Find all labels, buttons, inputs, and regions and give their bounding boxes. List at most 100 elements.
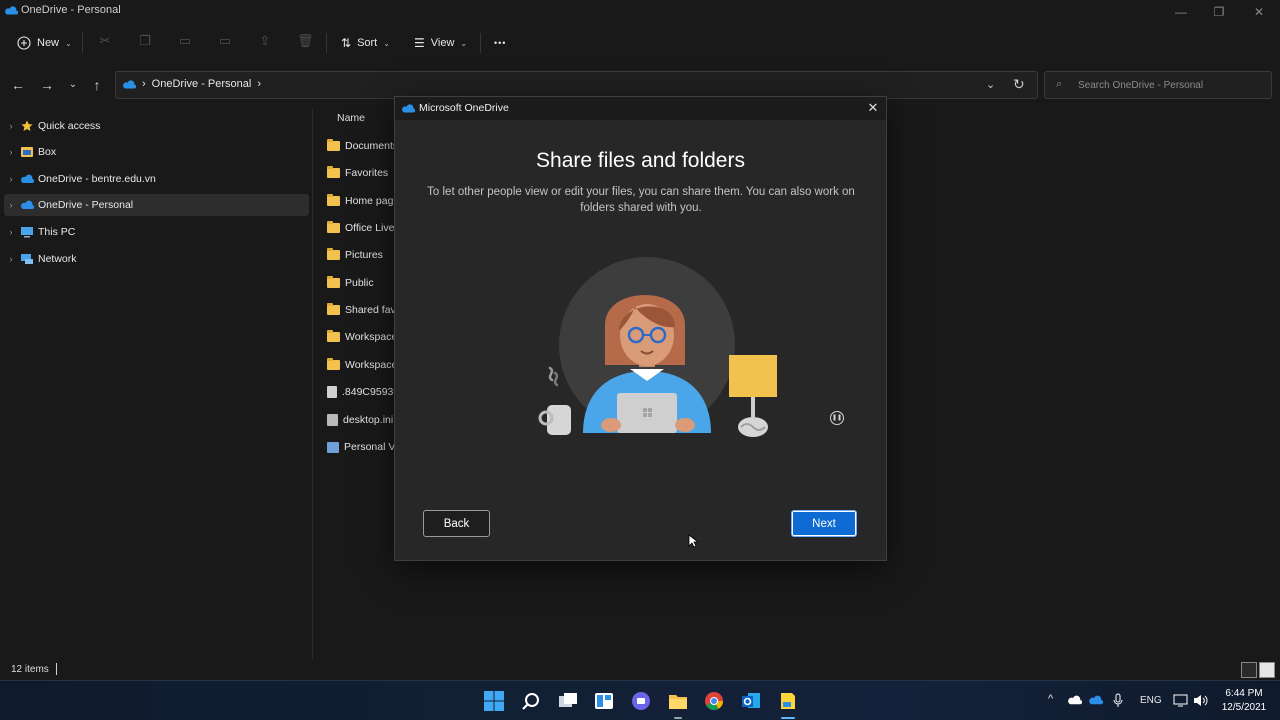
sort-button[interactable]: ⇅ Sort ⌄ bbox=[341, 32, 390, 54]
title-bar: OneDrive - Personal — ❐ ✕ bbox=[0, 0, 1280, 24]
onedrive-dialog: Microsoft OneDrive ✕ Share files and fol… bbox=[394, 96, 887, 561]
vault-icon bbox=[327, 441, 339, 453]
expand-chevron-icon[interactable]: › bbox=[4, 227, 18, 237]
nav-item-quick-access[interactable]: › Quick access bbox=[4, 115, 309, 137]
view-icon: ☰ bbox=[414, 36, 425, 50]
task-view-icon[interactable] bbox=[557, 690, 579, 712]
folder-icon bbox=[327, 303, 340, 315]
command-bar: New ⌄ ✂ ❐ ▭ ▭ ⇪ 🗑 ⇅ Sort ⌄ ☰ View ⌄ ••• bbox=[0, 24, 1280, 62]
up-arrow-icon[interactable]: ↑ bbox=[87, 75, 107, 95]
dialog-title-bar: Microsoft OneDrive ✕ bbox=[395, 97, 886, 120]
dialog-close-icon[interactable]: ✕ bbox=[865, 100, 881, 116]
copy-icon[interactable]: ❐ bbox=[137, 33, 153, 51]
close-window-button[interactable]: ✕ bbox=[1240, 2, 1278, 22]
share-files-illustration bbox=[538, 257, 777, 437]
expand-chevron-icon[interactable]: › bbox=[4, 174, 18, 184]
onedrive-tray-icon[interactable] bbox=[1067, 695, 1082, 705]
breadcrumb-item-onedrive-personal[interactable]: OneDrive - Personal bbox=[152, 78, 252, 90]
folder-icon bbox=[327, 166, 340, 178]
language-indicator[interactable]: ENG bbox=[1140, 695, 1162, 706]
expand-chevron-icon[interactable]: › bbox=[4, 121, 18, 131]
nav-item-label: OneDrive - Personal bbox=[38, 199, 134, 211]
expand-chevron-icon[interactable]: › bbox=[4, 147, 18, 157]
onedrive-cloud-icon bbox=[402, 103, 415, 113]
breadcrumb-separator: › bbox=[257, 78, 261, 90]
recent-locations-chevron-icon[interactable]: ⌄ bbox=[63, 75, 83, 95]
sticky-notes-icon[interactable] bbox=[777, 690, 799, 712]
forward-arrow-icon[interactable]: → bbox=[37, 75, 57, 95]
sort-button-label: Sort bbox=[357, 37, 378, 49]
cloud-icon bbox=[21, 174, 34, 184]
expand-chevron-icon[interactable]: › bbox=[4, 254, 18, 264]
folder-icon bbox=[327, 276, 340, 288]
command-separator bbox=[82, 33, 83, 53]
volume-icon[interactable] bbox=[1193, 694, 1208, 707]
item-count: 12 items bbox=[11, 664, 49, 675]
star-icon bbox=[21, 120, 33, 131]
file-explorer-icon[interactable] bbox=[667, 690, 689, 712]
network-status-icon[interactable] bbox=[1173, 694, 1188, 707]
widgets-icon[interactable] bbox=[593, 690, 615, 712]
minimize-button[interactable]: — bbox=[1162, 2, 1200, 22]
dialog-description: To let other people view or edit your fi… bbox=[427, 186, 855, 214]
cloud-icon bbox=[21, 200, 34, 210]
cut-icon[interactable]: ✂ bbox=[97, 33, 113, 51]
command-separator bbox=[326, 33, 327, 53]
navigation-pane: › Quick access › Box › OneDrive - bentre… bbox=[0, 108, 312, 660]
folder-icon bbox=[327, 221, 340, 233]
file-name: Documents bbox=[345, 140, 399, 152]
microphone-icon[interactable] bbox=[1113, 693, 1123, 708]
box-icon bbox=[21, 147, 33, 157]
more-options-button[interactable]: ••• bbox=[494, 32, 506, 54]
nav-item-onedrive-personal[interactable]: › OneDrive - Personal bbox=[4, 194, 309, 216]
file-name: Pictures bbox=[345, 249, 383, 261]
running-indicator bbox=[674, 717, 682, 719]
restore-button[interactable]: ❐ bbox=[1200, 2, 1238, 22]
settings-file-icon bbox=[327, 414, 338, 426]
nav-item-network[interactable]: › Network bbox=[4, 248, 309, 270]
show-hidden-icons-chevron-icon[interactable]: ^ bbox=[1048, 693, 1053, 705]
folder-icon bbox=[327, 330, 340, 342]
details-view-icon[interactable] bbox=[1241, 662, 1257, 678]
status-bar: 12 items bbox=[0, 660, 1280, 680]
address-dropdown-chevron-icon[interactable]: ⌄ bbox=[986, 78, 995, 91]
address-bar[interactable]: › OneDrive - Personal › ⌄ ↻ bbox=[115, 71, 1038, 99]
clock[interactable]: 6:44 PM 12/5/2021 bbox=[1212, 687, 1276, 715]
large-icons-view-icon[interactable] bbox=[1259, 662, 1275, 678]
new-button-label: New bbox=[37, 37, 60, 49]
view-button[interactable]: ☰ View ⌄ bbox=[414, 32, 467, 54]
column-header-name[interactable]: Name bbox=[337, 112, 365, 124]
nav-item-onedrive-bentre[interactable]: › OneDrive - bentre.edu.vn bbox=[4, 168, 309, 190]
expand-chevron-icon[interactable]: › bbox=[4, 200, 18, 210]
teams-chat-icon[interactable] bbox=[630, 690, 652, 712]
windows-start-icon[interactable] bbox=[483, 690, 505, 712]
window-title-text: OneDrive - Personal bbox=[21, 4, 121, 16]
nav-item-this-pc[interactable]: › This PC bbox=[4, 221, 309, 243]
onedrive-business-tray-icon[interactable] bbox=[1088, 695, 1103, 705]
nav-item-label: Network bbox=[38, 253, 77, 265]
folder-icon bbox=[327, 194, 340, 206]
file-name: Public bbox=[345, 277, 374, 289]
back-button[interactable]: Back bbox=[423, 510, 490, 537]
nav-item-box[interactable]: › Box bbox=[4, 141, 309, 163]
next-button[interactable]: Next bbox=[791, 510, 857, 537]
view-button-label: View bbox=[430, 37, 455, 49]
search-input[interactable]: ⌕ Search OneDrive - Personal bbox=[1044, 71, 1272, 99]
refresh-icon[interactable]: ↻ bbox=[1013, 76, 1025, 93]
rename-icon[interactable]: ▭ bbox=[217, 33, 233, 51]
back-arrow-icon[interactable]: ← bbox=[8, 75, 28, 95]
delete-icon[interactable]: 🗑 bbox=[297, 33, 314, 51]
paste-icon[interactable]: ▭ bbox=[177, 33, 193, 51]
search-icon[interactable] bbox=[520, 690, 542, 712]
window-title: OneDrive - Personal bbox=[4, 4, 121, 16]
outlook-icon[interactable] bbox=[740, 690, 762, 712]
nav-item-label: Box bbox=[38, 146, 57, 158]
pause-animation-icon[interactable]: ❚❚ bbox=[830, 411, 844, 425]
pc-icon bbox=[21, 227, 33, 238]
active-indicator bbox=[781, 717, 795, 719]
clock-date: 12/5/2021 bbox=[1221, 702, 1267, 713]
mouse-cursor-icon bbox=[688, 534, 698, 548]
chrome-icon[interactable] bbox=[703, 690, 725, 712]
new-button[interactable]: New ⌄ bbox=[17, 32, 72, 54]
share-icon[interactable]: ⇪ bbox=[257, 33, 273, 51]
